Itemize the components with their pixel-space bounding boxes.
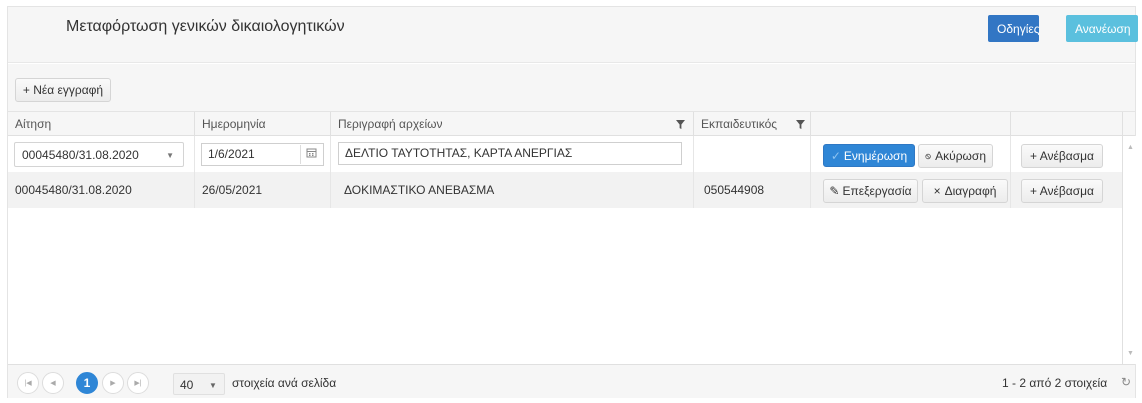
cancel-button-label: Ακύρωση (935, 149, 986, 163)
update-button[interactable]: ✓ Ενημέρωση (823, 144, 915, 167)
grid-body: 00045480/31.08.2020 ▼ 1/6/2021 ΔΕΛΤΙΟ ΤΑ… (8, 136, 1123, 364)
first-page-icon[interactable]: |◀ (17, 372, 39, 394)
page-size-label: στοιχεία ανά σελίδα (232, 376, 337, 390)
cell-actions: ✓ Ενημέρωση Ακύρωση (811, 136, 1011, 172)
teacher-value: 050544908 (704, 183, 765, 197)
cancel-icon (925, 153, 931, 159)
page-size-dropdown[interactable]: 40 ▼ (173, 373, 225, 395)
last-page-icon[interactable]: ▶| (127, 372, 149, 394)
cell-teacher (694, 136, 811, 172)
refresh-button[interactable]: Ανανέωση (1066, 15, 1138, 42)
cell-application: 00045480/31.08.2020 ▼ (8, 136, 195, 172)
cell-actions: ✎ Επεξεργασία × Διαγραφή (811, 172, 1011, 208)
application-dropdown[interactable]: 00045480/31.08.2020 ▼ (14, 142, 184, 167)
documents-grid: + Νέα εγγραφή Αίτηση Ημερομηνία Περιγραφ… (8, 64, 1137, 398)
cell-description: ΔΟΚΙΜΑΣΤΙΚΟ ΑΝΕΒΑΣΜΑ (331, 172, 694, 208)
page-title: Μεταφόρτωση γενικών δικαιολογητικών (66, 18, 345, 35)
cell-teacher: 050544908 (694, 172, 811, 208)
next-page-icon[interactable]: ▶ (102, 372, 124, 394)
table-row-editing: 00045480/31.08.2020 ▼ 1/6/2021 ΔΕΛΤΙΟ ΤΑ… (8, 136, 1122, 172)
new-record-button[interactable]: + Νέα εγγραφή (15, 78, 111, 102)
delete-button[interactable]: × Διαγραφή (922, 179, 1008, 203)
chevron-down-icon: ▼ (166, 151, 174, 160)
pager-info: 1 - 2 από 2 στοιχεία (1002, 376, 1108, 390)
cancel-button[interactable]: Ακύρωση (918, 144, 993, 168)
date-picker[interactable] (201, 143, 324, 166)
scroll-down-icon[interactable]: ▼ (1127, 350, 1134, 357)
page-size-value: 40 (180, 378, 194, 392)
date-input[interactable] (208, 147, 298, 161)
close-icon: × (933, 184, 941, 198)
pencil-icon: ✎ (829, 184, 840, 198)
pager: |◀ ◀ 1 ▶ ▶| 40 ▼ στοιχεία ανά σελίδα 1 -… (8, 364, 1135, 398)
edit-button[interactable]: ✎ Επεξεργασία (823, 179, 918, 203)
column-header-description-label: Περιγραφή αρχείων (338, 117, 443, 131)
table-row: 00045480/31.08.2020 26/05/2021 ΔΟΚΙΜΑΣΤΙ… (8, 172, 1122, 208)
grid-header: Αίτηση Ημερομηνία Περιγραφή αρχείων Εκπα… (8, 112, 1135, 136)
column-header-application-label: Αίτηση (15, 117, 52, 131)
grid-toolbar: + Νέα εγγραφή (8, 64, 1135, 112)
filter-icon[interactable] (796, 120, 805, 129)
cell-date (195, 136, 331, 172)
description-value: ΔΟΚΙΜΑΣΤΙΚΟ ΑΝΕΒΑΣΜΑ (344, 183, 495, 197)
column-header-upload (1011, 112, 1123, 136)
date-value: 26/05/2021 (202, 183, 263, 197)
filter-icon[interactable] (676, 120, 685, 129)
chevron-down-icon: ▼ (209, 381, 217, 390)
cell-application: 00045480/31.08.2020 (8, 172, 195, 208)
calendar-icon[interactable] (300, 145, 322, 164)
check-icon: ✓ (830, 148, 841, 163)
edit-button-label: Επεξεργασία (842, 184, 912, 198)
cell-upload: + Ανέβασμα (1011, 172, 1123, 208)
column-header-description[interactable]: Περιγραφή αρχείων (331, 112, 694, 136)
refresh-icon[interactable]: ↻ (1121, 375, 1131, 389)
column-header-teacher[interactable]: Εκπαιδευτικός (694, 112, 811, 136)
previous-page-icon[interactable]: ◀ (42, 372, 64, 394)
column-header-date[interactable]: Ημερομηνία (195, 112, 331, 136)
cell-description (331, 136, 694, 172)
column-header-application[interactable]: Αίτηση (8, 112, 195, 136)
cell-upload: + Ανέβασμα (1011, 136, 1123, 172)
update-button-label: Ενημέρωση (843, 148, 908, 163)
column-header-date-label: Ημερομηνία (202, 117, 266, 131)
delete-button-label: Διαγραφή (944, 184, 997, 198)
column-header-teacher-label: Εκπαιδευτικός (701, 117, 778, 131)
upload-panel: Μεταφόρτωση γενικών δικαιολογητικών Οδηγ… (7, 6, 1138, 398)
vertical-scrollbar[interactable]: ▲ ▼ (1123, 136, 1137, 364)
column-header-actions (811, 112, 1011, 136)
description-input[interactable] (345, 146, 675, 160)
application-value: 00045480/31.08.2020 (15, 183, 132, 197)
cell-date: 26/05/2021 (195, 172, 331, 208)
help-button[interactable]: Οδηγίες (988, 15, 1040, 42)
upload-button[interactable]: + Ανέβασμα (1021, 144, 1103, 168)
upload-button[interactable]: + Ανέβασμα (1021, 179, 1103, 203)
scroll-up-icon[interactable]: ▲ (1127, 144, 1134, 151)
description-field[interactable] (338, 142, 682, 165)
panel-header: Μεταφόρτωση γενικών δικαιολογητικών Οδηγ… (8, 7, 1138, 63)
current-page-button[interactable]: 1 (76, 372, 98, 394)
application-dropdown-value: 00045480/31.08.2020 (22, 148, 139, 162)
